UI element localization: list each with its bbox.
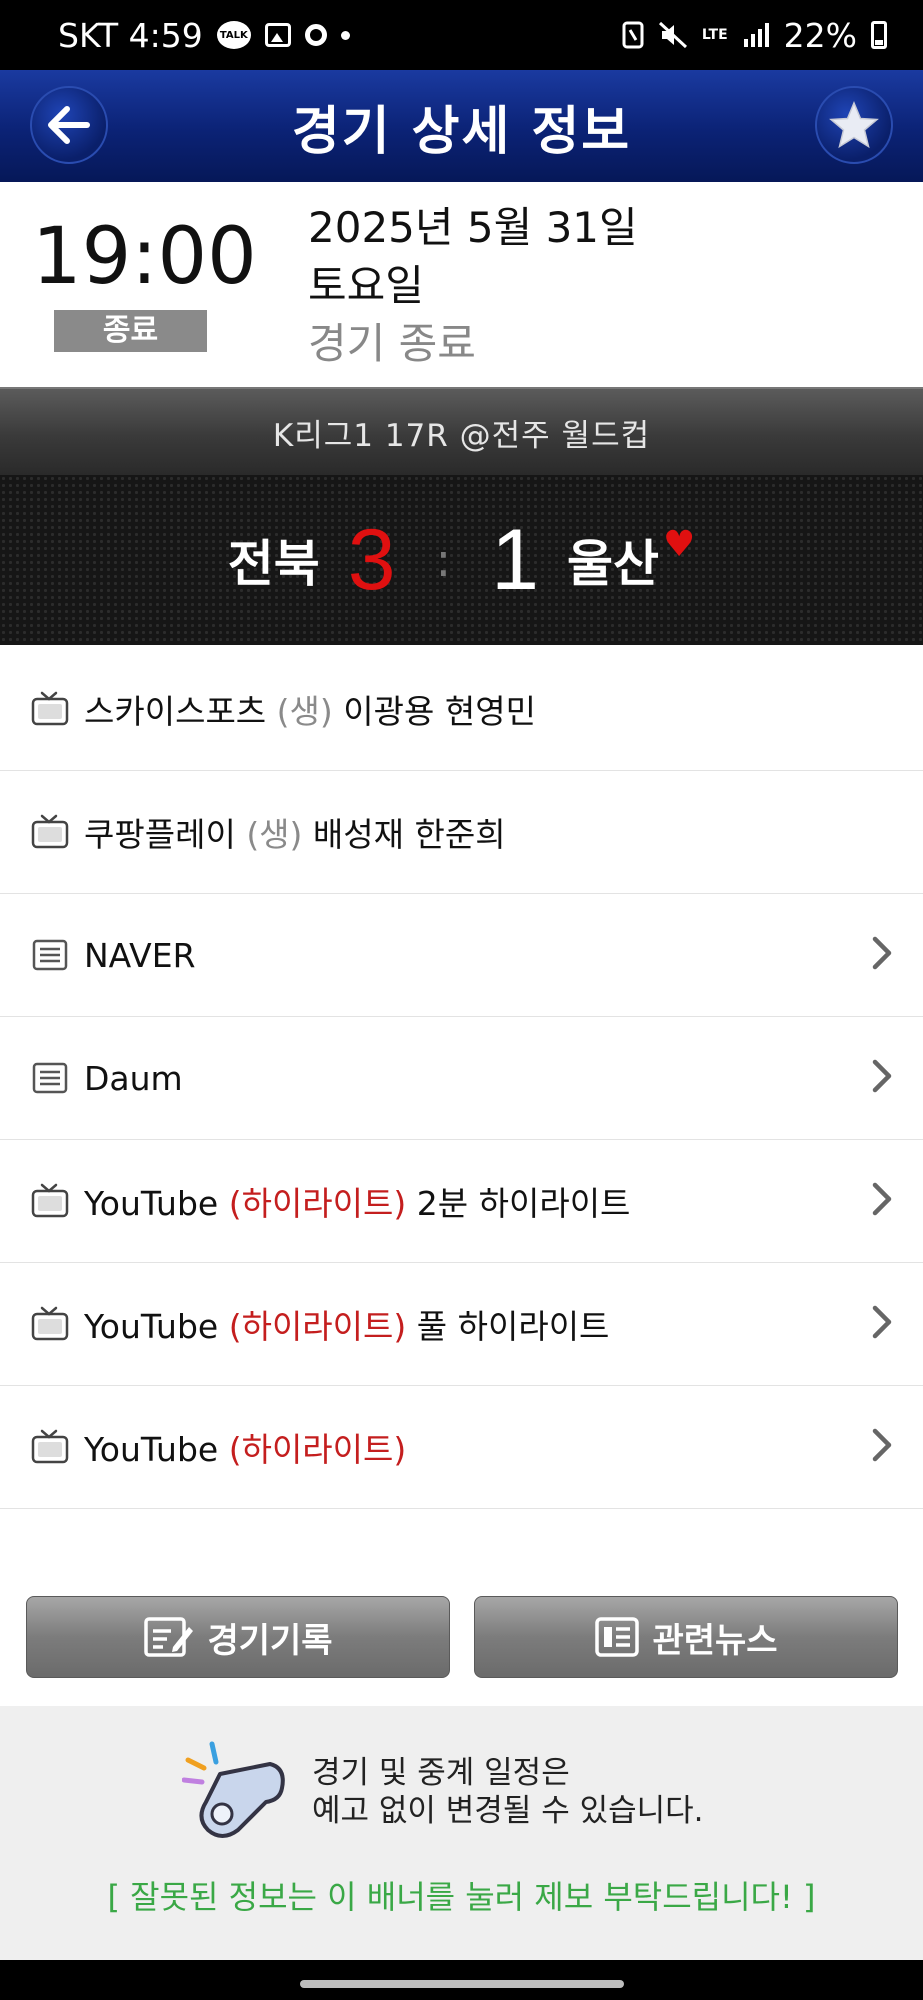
chevron-right-icon[interactable] xyxy=(871,1058,893,1098)
star-icon xyxy=(829,101,879,149)
navigation-bar xyxy=(0,1960,923,2000)
broadcast-name: Daum xyxy=(84,1058,183,1098)
related-news-label: 관련뉴스 xyxy=(652,1620,778,1661)
arrow-left-icon xyxy=(48,106,90,144)
favorite-button[interactable] xyxy=(815,86,893,164)
broadcast-text: YouTube (하이라이트) xyxy=(84,1423,406,1471)
tv-icon xyxy=(30,1183,70,1219)
battery-percent: 22% xyxy=(783,15,857,55)
tv-icon xyxy=(30,1306,70,1342)
broadcast-row[interactable]: YouTube (하이라이트) xyxy=(0,1386,923,1509)
broadcast-text: YouTube (하이라이트) 2분 하이라이트 xyxy=(84,1177,630,1225)
notice-banner[interactable]: 경기 및 중계 일정은 예고 없이 변경될 수 있습니다. [ 잘못된 정보는 … xyxy=(0,1706,923,1960)
away-team: 울산 xyxy=(566,535,659,593)
chevron-right-icon[interactable] xyxy=(871,1181,893,1221)
tv-icon xyxy=(30,814,70,850)
carrier-time: SKT 4:59 xyxy=(58,15,203,55)
broadcast-tag: (하이라이트) xyxy=(228,1184,407,1223)
broadcast-detail: 2분 하이라이트 xyxy=(416,1184,631,1223)
match-record-button[interactable]: 경기기록 xyxy=(26,1596,450,1678)
broadcast-text: Daum xyxy=(84,1059,183,1098)
network-type: LTE xyxy=(701,27,728,43)
broadcast-detail: 풀 하이라이트 xyxy=(416,1307,610,1346)
status-badge: 종료 xyxy=(54,310,207,352)
broadcast-list: 스카이스포츠 (생) 이광용 현영민쿠팡플레이 (생) 배성재 한준희 NAVER… xyxy=(0,648,923,1509)
back-button[interactable] xyxy=(30,86,108,164)
whistle-icon xyxy=(182,1741,285,1838)
away-score: 1 xyxy=(491,511,539,608)
broadcast-row[interactable]: Daum xyxy=(0,1017,923,1140)
notice-line-2: 예고 없이 변경될 수 있습니다. xyxy=(312,1793,704,1829)
broadcast-tag: (생) xyxy=(246,815,303,854)
broadcast-detail: 배성재 한준희 xyxy=(312,815,506,854)
broadcast-name: NAVER xyxy=(84,935,196,975)
report-link[interactable]: [ 잘못된 정보는 이 배너를 눌러 제보 부탁드립니다! ] xyxy=(0,1872,923,1918)
home-score: 3 xyxy=(347,511,396,608)
match-weekday: 토요일 xyxy=(308,261,424,310)
broadcast-text: 쿠팡플레이 (생) 배성재 한준희 xyxy=(84,808,506,856)
broadcast-row[interactable]: YouTube (하이라이트) 풀 하이라이트 xyxy=(0,1263,923,1386)
match-time: 19:00 xyxy=(32,212,257,302)
home-team: 전북 xyxy=(227,535,320,593)
document-icon xyxy=(30,937,70,973)
broadcast-text: 스카이스포츠 (생) 이광용 현영민 xyxy=(84,685,536,733)
chevron-right-icon[interactable] xyxy=(871,935,893,975)
tv-icon xyxy=(30,1429,70,1465)
broadcast-row: 스카이스포츠 (생) 이광용 현영민 xyxy=(0,648,923,771)
dot-icon xyxy=(340,30,350,40)
broadcast-name: YouTube xyxy=(84,1184,219,1223)
match-info: 19:00 종료 2025년 5월 31일 토요일 경기 종료 xyxy=(0,182,923,387)
related-news-button[interactable]: 관련뉴스 xyxy=(474,1596,898,1678)
broadcast-row[interactable]: NAVER xyxy=(0,894,923,1017)
scoreboard: 전북 3 : 1 울산 ♥ xyxy=(0,475,923,645)
broadcast-detail: 이광용 현영민 xyxy=(343,692,536,731)
notice-text: 경기 및 중계 일정은 예고 없이 변경될 수 있습니다. xyxy=(312,1754,704,1830)
document-icon xyxy=(30,1060,70,1096)
notice-line-1: 경기 및 중계 일정은 xyxy=(312,1755,570,1791)
match-record-label: 경기기록 xyxy=(207,1620,333,1661)
broadcast-name: YouTube xyxy=(84,1430,219,1469)
score-separator: : xyxy=(435,533,452,587)
ring-icon xyxy=(304,24,327,46)
broadcast-name: YouTube xyxy=(84,1307,219,1346)
edit-note-icon xyxy=(144,1617,194,1657)
broadcast-name: 쿠팡플레이 xyxy=(84,815,236,854)
broadcast-tag: (하이라이트) xyxy=(228,1307,407,1346)
broadcast-row: 쿠팡플레이 (생) 배성재 한준희 xyxy=(0,771,923,894)
talk-icon: TALK xyxy=(216,21,251,49)
chevron-right-icon[interactable] xyxy=(871,1304,893,1344)
nfc-icon xyxy=(622,21,644,49)
chevron-right-icon[interactable] xyxy=(871,1427,893,1467)
match-status: 경기 종료 xyxy=(308,319,476,368)
broadcast-row[interactable]: YouTube (하이라이트) 2분 하이라이트 xyxy=(0,1140,923,1263)
broadcast-name: 스카이스포츠 xyxy=(84,692,267,731)
newspaper-icon xyxy=(595,1617,640,1657)
home-handle[interactable] xyxy=(300,1980,624,1988)
match-date: 2025년 5월 31일 xyxy=(308,203,638,252)
gallery-icon xyxy=(264,23,291,47)
signal-icon xyxy=(743,23,769,47)
mute-icon xyxy=(658,21,687,49)
broadcast-text: NAVER xyxy=(84,936,196,975)
battery-icon xyxy=(871,21,887,49)
favorite-heart-icon: ♥ xyxy=(662,523,696,565)
broadcast-tag: (하이라이트) xyxy=(228,1430,407,1469)
page-title: 경기 상세 정보 xyxy=(291,101,632,162)
action-buttons: 경기기록 관련뉴스 xyxy=(0,1596,923,1680)
status-bar: SKT 4:59 TALK LTE 22% xyxy=(0,0,923,70)
broadcast-tag: (생) xyxy=(276,692,333,731)
broadcast-text: YouTube (하이라이트) 풀 하이라이트 xyxy=(84,1300,609,1348)
tv-icon xyxy=(30,691,70,727)
title-bar: 경기 상세 정보 xyxy=(0,70,923,182)
league-bar: K리그1 17R @전주 월드컵 xyxy=(0,387,923,475)
